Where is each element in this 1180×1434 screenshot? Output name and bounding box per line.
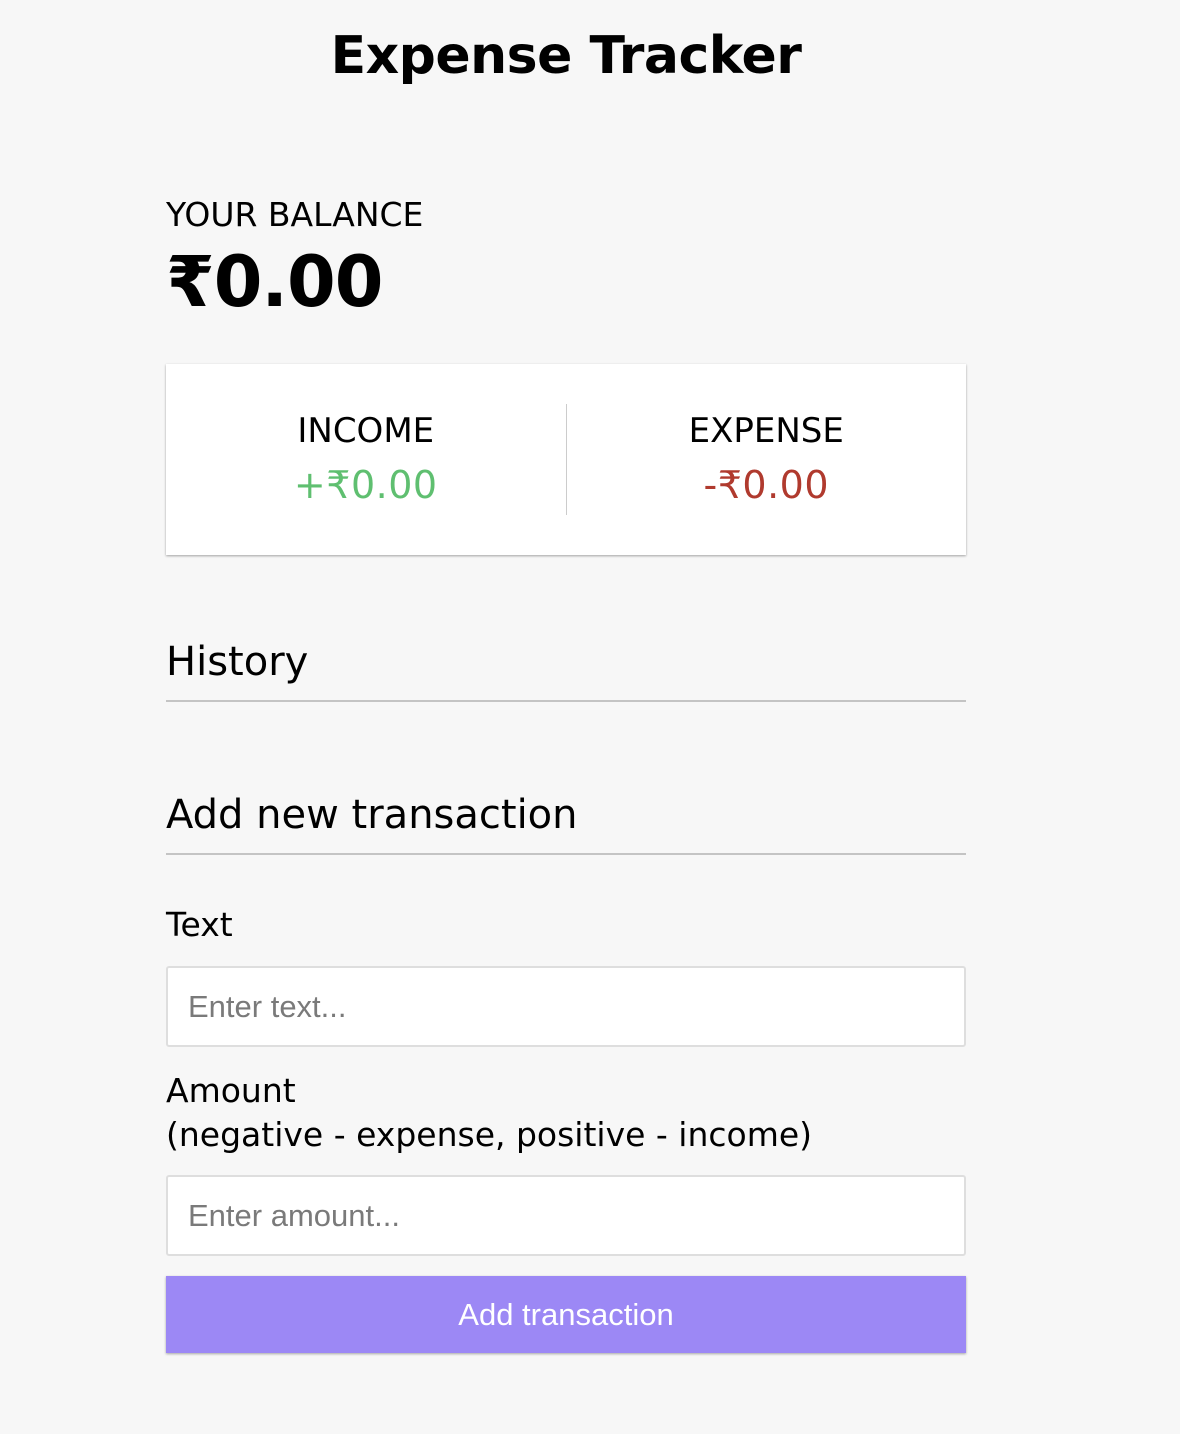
amount-input[interactable]	[166, 1175, 966, 1256]
expense-value: -₹0.00	[703, 462, 829, 507]
balance-value: ₹0.00	[166, 241, 383, 323]
income-expense-card: INCOME +₹0.00 EXPENSE -₹0.00	[166, 364, 966, 555]
income-section: INCOME +₹0.00	[166, 404, 566, 515]
expense-section: EXPENSE -₹0.00	[567, 404, 967, 515]
amount-field-label: Amount (negative - expense, positive - i…	[166, 1069, 966, 1157]
expense-label: EXPENSE	[688, 410, 844, 451]
income-value: +₹0.00	[293, 462, 438, 507]
add-transaction-heading: Add new transaction	[166, 789, 966, 855]
app-title: Expense Tracker	[330, 26, 802, 86]
text-field-label: Text	[166, 905, 233, 944]
add-transaction-button[interactable]: Add transaction	[166, 1276, 966, 1353]
history-heading: History	[166, 636, 966, 702]
income-label: INCOME	[297, 410, 435, 451]
balance-label: YOUR BALANCE	[166, 195, 424, 234]
text-input[interactable]	[166, 966, 966, 1047]
amount-label-title: Amount	[166, 1071, 296, 1110]
amount-label-hint: (negative - expense, positive - income)	[166, 1115, 813, 1154]
